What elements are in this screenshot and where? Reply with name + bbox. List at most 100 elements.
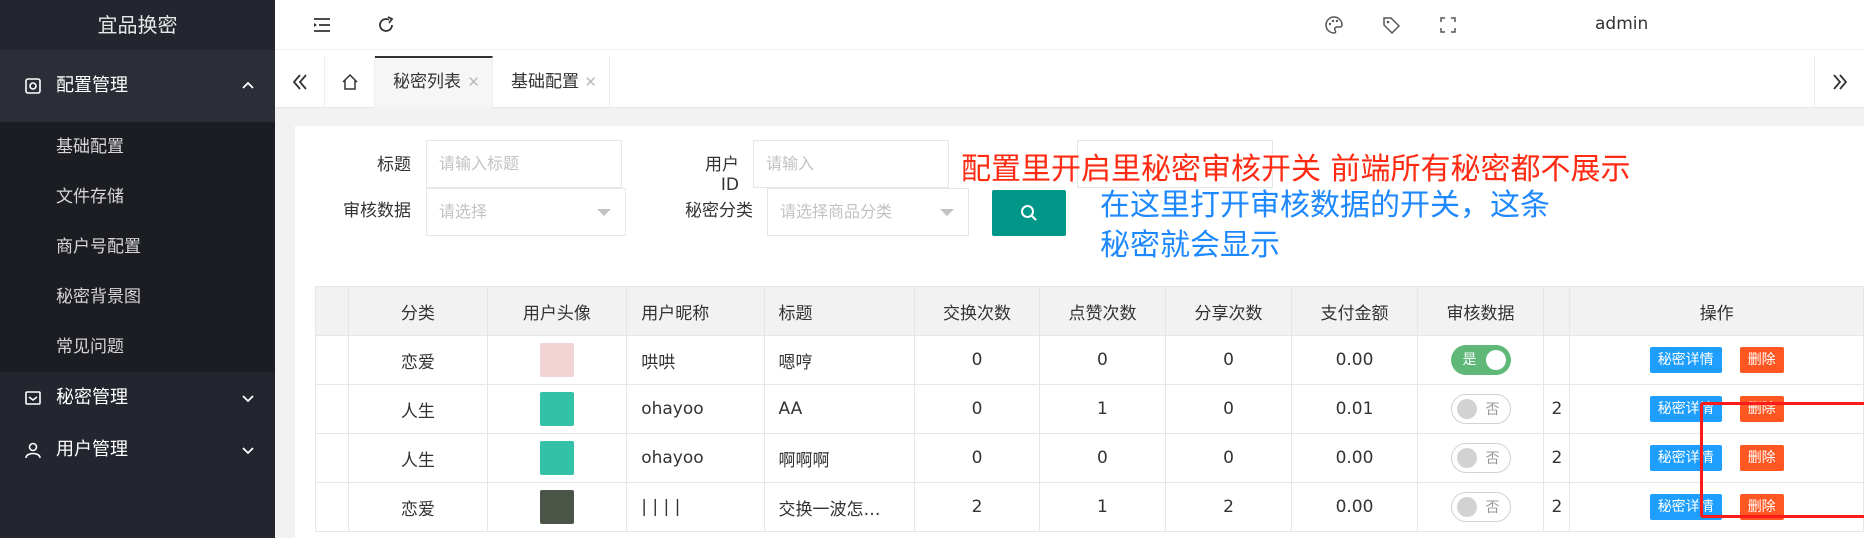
sidebar-item-faq[interactable]: 常见问题 [0,322,275,372]
delete-button[interactable]: 删除 [1739,494,1784,520]
search-button[interactable] [992,190,1066,236]
nickname-cell: ohayoo [626,384,765,434]
table-row: 恋爱 | | | | 交换一波怎… 2 1 2 0.00 否 2 秘密详情 删除 [314,482,1864,532]
caret-down-icon [597,209,611,216]
extra-cell: 2 [1543,433,1571,483]
exchanges-cell: 0 [913,433,1041,483]
annotation-red-note: 配置里开启里秘密审核开关 前端所有秘密都不展示 [961,152,1631,187]
amount-cell: 0.00 [1291,482,1418,532]
home-tab[interactable] [325,56,375,108]
top-header: admin [275,0,1864,50]
userid-input[interactable]: 请输入 [753,140,949,188]
avatar-cell [486,482,628,532]
secret-detail-button[interactable]: 秘密详情 [1649,347,1722,373]
review-toggle-label: 否 [1485,402,1500,418]
nickname-cell: 哄哄 [626,335,765,385]
category-cell: 人生 [348,433,488,483]
filter-category-label: 秘密分类 [685,201,753,221]
tabs-scroll-right-button[interactable] [1814,56,1864,108]
close-icon[interactable]: ✕ [467,58,480,106]
review-toggle[interactable]: 否 [1450,443,1511,473]
secret-detail-button[interactable]: 秘密详情 [1649,396,1722,422]
avatar[interactable] [539,490,574,524]
secret-detail-button[interactable]: 秘密详情 [1649,445,1722,471]
column-header[interactable]: 标题 [763,286,915,336]
extra-cell: 2 [1543,482,1571,532]
delete-button[interactable]: 删除 [1739,347,1784,373]
toggle-knob [1456,497,1477,517]
shares-cell: 2 [1164,482,1293,532]
exchanges-cell: 2 [913,482,1041,532]
chevron-down-icon [242,447,254,455]
review-cell: 是 [1416,335,1545,385]
delete-button[interactable]: 删除 [1739,396,1784,422]
checkbox-column-header [314,286,350,336]
avatar-cell [486,335,628,385]
actions-cell: 秘密详情 删除 [1569,335,1864,385]
palette-icon[interactable] [1323,14,1345,36]
column-header[interactable]: 点赞次数 [1039,286,1166,336]
row-checkbox-cell[interactable] [314,335,350,385]
tab-basic-config[interactable]: 基础配置 ✕ [493,56,610,108]
column-header [1543,286,1571,336]
sidebar-item-secret-background[interactable]: 秘密背景图 [0,272,275,322]
category-select[interactable]: 请选择商品分类 [767,188,969,236]
title-cell: 交换一波怎… [763,482,915,532]
list-card: 标题 请输入标题 用户ID 请输入 审核数据 请选择 秘密分类 请选择商品分类 … [295,126,1864,538]
sidebar-item-merchant-config[interactable]: 商户号配置 [0,222,275,272]
fullscreen-icon[interactable] [1437,14,1459,36]
double-chevron-right-icon [1832,74,1847,90]
tab-secret-list[interactable]: 秘密列表 ✕ [375,56,493,108]
review-select[interactable]: 请选择 [426,188,626,236]
tabs-scroll-left-button[interactable] [275,56,325,108]
column-header[interactable]: 用户头像 [486,286,628,336]
tag-icon[interactable] [1380,14,1402,36]
amount-cell: 0.01 [1291,384,1418,434]
avatar[interactable] [539,392,574,426]
refresh-icon[interactable] [375,14,397,36]
column-header[interactable]: 交换次数 [913,286,1041,336]
delete-button[interactable]: 删除 [1739,445,1784,471]
column-header[interactable]: 分类 [348,286,488,336]
secret-detail-button[interactable]: 秘密详情 [1649,494,1722,520]
main-content: 标题 请输入标题 用户ID 请输入 审核数据 请选择 秘密分类 请选择商品分类 … [275,108,1864,538]
column-header[interactable]: 审核数据 [1416,286,1545,336]
amount-cell: 0.00 [1291,433,1418,483]
review-toggle-label: 是 [1462,352,1477,368]
column-header[interactable]: 支付金额 [1291,286,1418,336]
exchanges-cell: 0 [913,384,1041,434]
chevron-up-icon [242,81,254,89]
user-icon [25,442,41,459]
nickname-cell: | | | | [626,482,765,532]
close-icon[interactable]: ✕ [584,56,597,108]
avatar[interactable] [539,441,574,475]
title-search-input[interactable]: 请输入标题 [426,140,622,188]
double-chevron-left-icon [292,74,307,90]
sidebar-item-basic-config[interactable]: 基础配置 [0,122,275,172]
user-menu[interactable]: admin [1595,14,1648,34]
shares-cell: 0 [1164,433,1293,483]
row-checkbox-cell[interactable] [314,433,350,483]
sidebar-group-user[interactable]: 用户管理 [0,424,275,476]
likes-cell: 0 [1039,433,1166,483]
row-checkbox-cell[interactable] [314,384,350,434]
row-checkbox-cell[interactable] [314,482,350,532]
search-icon [1021,205,1037,221]
sidebar-group-config[interactable]: 配置管理 [0,50,275,122]
tabs-bar: 秘密列表 ✕ 基础配置 ✕ [275,56,1864,108]
review-toggle[interactable]: 否 [1450,492,1511,522]
category-cell: 恋爱 [348,482,488,532]
caret-down-icon [940,209,954,216]
tab-label: 基础配置 [511,72,579,92]
avatar[interactable] [539,343,574,377]
sidebar-item-file-storage[interactable]: 文件存储 [0,172,275,222]
home-icon [341,73,358,90]
menu-fold-icon[interactable] [311,14,333,36]
review-toggle[interactable]: 否 [1450,394,1511,424]
sidebar-group-secret[interactable]: 秘密管理 [0,372,275,424]
avatar-cell [486,384,628,434]
sidebar-group-label: 配置管理 [56,75,128,96]
column-header[interactable]: 用户昵称 [626,286,765,336]
column-header[interactable]: 分享次数 [1164,286,1293,336]
review-toggle[interactable]: 是 [1450,345,1511,375]
